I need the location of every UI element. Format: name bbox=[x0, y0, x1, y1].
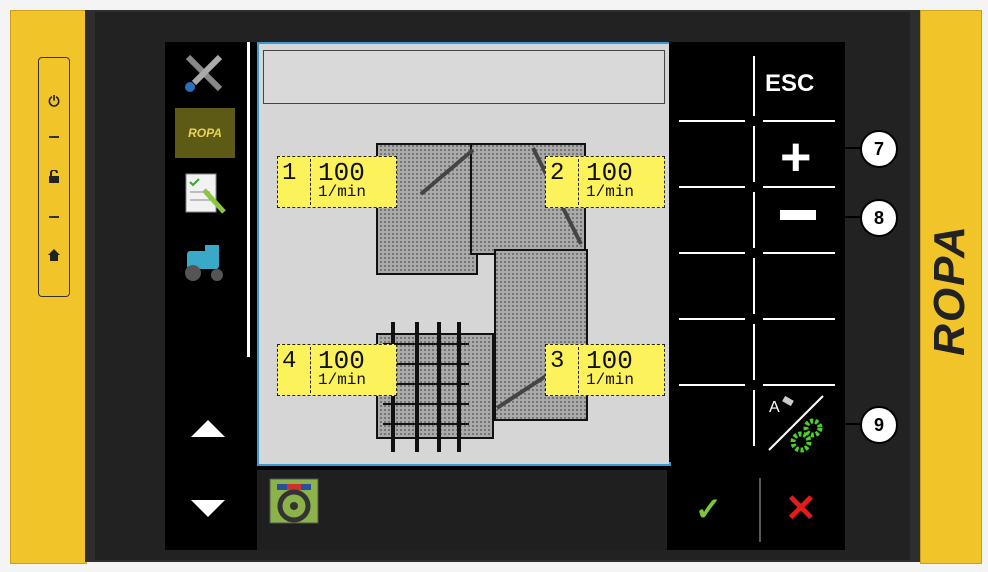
divider bbox=[679, 120, 745, 122]
gear-icon bbox=[790, 431, 812, 453]
callout-line bbox=[830, 147, 860, 149]
divider bbox=[679, 384, 745, 386]
section-unit: 1/min bbox=[586, 183, 635, 201]
scroll-down-button[interactable] bbox=[191, 500, 225, 517]
section-2-label[interactable]: 2 100 1/min bbox=[545, 156, 665, 208]
ropa-logo[interactable]: ROPA bbox=[175, 108, 235, 158]
divider bbox=[49, 216, 59, 218]
divider bbox=[679, 186, 745, 188]
scroll-up-button[interactable] bbox=[191, 420, 225, 437]
esc-button[interactable]: ESC bbox=[765, 70, 814, 98]
divider bbox=[679, 252, 745, 254]
divider bbox=[763, 120, 835, 122]
section-number: 3 bbox=[550, 348, 565, 375]
device-frame: ⏻ ROPA ROPA 1 100 1/min 2 100 1/min 3 10… bbox=[0, 0, 988, 572]
lock-button[interactable] bbox=[39, 148, 69, 206]
divider bbox=[753, 390, 755, 446]
divider bbox=[753, 192, 755, 248]
content-area: 1 100 1/min 2 100 1/min 3 100 1/min 4 10… bbox=[257, 42, 671, 466]
section-unit: 1/min bbox=[586, 371, 635, 389]
brand-logo: ROPA bbox=[925, 224, 975, 356]
tractor-icon[interactable] bbox=[175, 238, 235, 288]
menu-scrollbar[interactable] bbox=[247, 42, 250, 357]
power-icon: ⏻ bbox=[48, 92, 60, 109]
section-3-label[interactable]: 3 100 1/min bbox=[545, 344, 665, 396]
callout-line bbox=[830, 423, 860, 425]
section-1-label[interactable]: 1 100 1/min bbox=[277, 156, 397, 208]
divider bbox=[753, 258, 755, 314]
power-button[interactable]: ⏻ bbox=[39, 72, 69, 130]
divider bbox=[679, 318, 745, 320]
hardware-button-panel: ⏻ bbox=[38, 57, 70, 297]
menu-column: ROPA bbox=[165, 42, 245, 550]
callout-7: 7 bbox=[860, 130, 898, 168]
ok-button[interactable]: ✓ bbox=[695, 490, 722, 528]
divider bbox=[310, 159, 311, 205]
divider bbox=[763, 384, 835, 386]
section-unit: 1/min bbox=[318, 183, 367, 201]
divider bbox=[763, 318, 835, 320]
divider bbox=[753, 126, 755, 182]
section-unit: 1/min bbox=[318, 371, 367, 389]
gear-icon bbox=[803, 418, 823, 438]
divider bbox=[578, 159, 579, 205]
unlock-icon bbox=[49, 170, 59, 183]
nozzle-icon bbox=[782, 395, 794, 407]
section-number: 2 bbox=[550, 160, 565, 187]
checklist-icon[interactable] bbox=[175, 168, 235, 218]
cancel-button[interactable]: ✕ bbox=[785, 486, 817, 531]
callout-line bbox=[830, 216, 860, 218]
section-diagram bbox=[376, 143, 588, 452]
tools-icon[interactable] bbox=[175, 48, 235, 98]
plus-button[interactable]: + bbox=[780, 130, 812, 184]
minus-button[interactable] bbox=[780, 210, 816, 220]
home-button[interactable] bbox=[39, 226, 69, 284]
section-number: 4 bbox=[282, 348, 297, 375]
divider bbox=[759, 478, 761, 542]
section-4-label[interactable]: 4 100 1/min bbox=[277, 344, 397, 396]
section-number: 1 bbox=[282, 160, 297, 187]
auto-settings-button[interactable]: A bbox=[765, 392, 827, 454]
divider bbox=[578, 347, 579, 393]
divider bbox=[753, 324, 755, 380]
terminal-screen: ROPA 1 100 1/min 2 100 1/min 3 100 1/min… bbox=[165, 42, 845, 550]
divider bbox=[49, 136, 59, 138]
callout-8: 8 bbox=[860, 199, 898, 237]
divider bbox=[753, 56, 755, 116]
divider bbox=[310, 347, 311, 393]
auto-label: A bbox=[769, 399, 780, 416]
home-icon bbox=[48, 249, 60, 261]
callout-9: 9 bbox=[860, 406, 898, 444]
steering-wheel-button[interactable] bbox=[269, 478, 319, 524]
divider bbox=[763, 252, 835, 254]
